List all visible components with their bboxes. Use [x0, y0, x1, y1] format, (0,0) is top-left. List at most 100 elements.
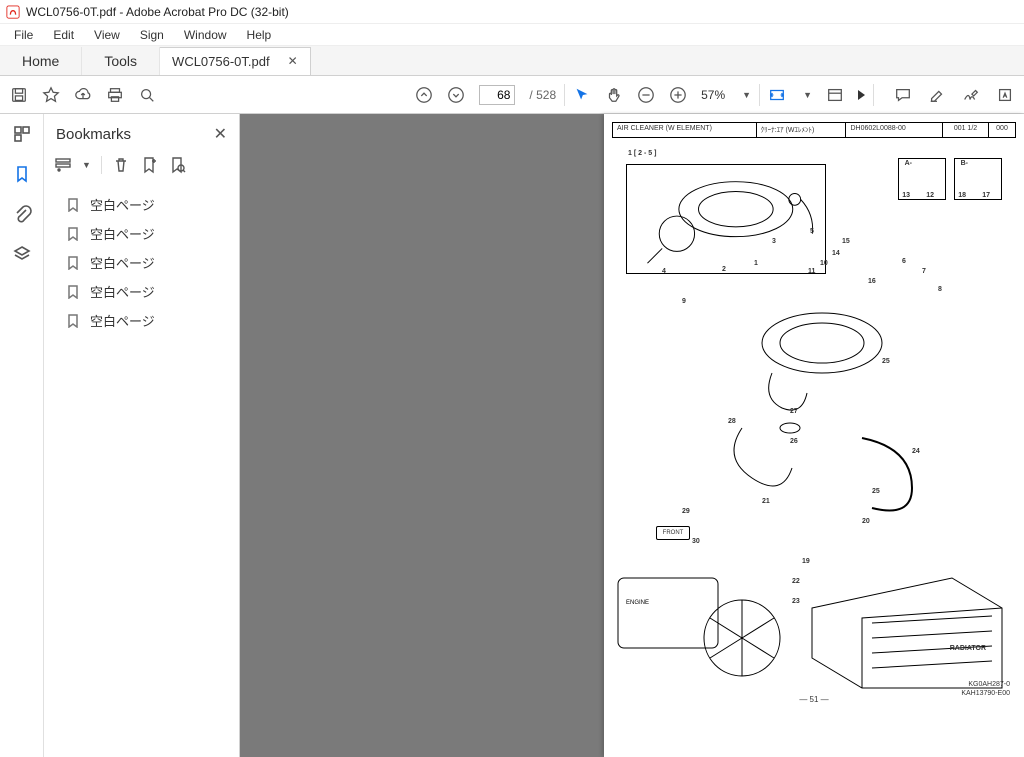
tab-tools[interactable]: Tools	[82, 47, 160, 75]
bookmark-item[interactable]: 空白ページ	[54, 306, 229, 335]
window-title: WCL0756-0T.pdf - Adobe Acrobat Pro DC (3…	[26, 5, 289, 19]
layers-icon[interactable]	[12, 244, 32, 264]
document-view[interactable]: AIR CLEANER (W ELEMENT) ｸﾘｰﾅ:ｴｱ (Wｴﾚﾒﾝﾄ)…	[240, 114, 1024, 757]
diagram-page: 001 1/2	[943, 123, 989, 137]
stamp-icon[interactable]	[996, 86, 1014, 104]
page-background	[240, 114, 604, 757]
sidebar-nav-rail	[0, 114, 44, 757]
diagram-footer-page: — 51 —	[799, 695, 828, 704]
attachments-icon[interactable]	[12, 204, 32, 224]
callout-3: 3	[772, 238, 776, 245]
bookmark-ribbon-icon	[66, 256, 80, 270]
search-icon[interactable]	[138, 86, 156, 104]
toolbar-separator	[101, 156, 102, 174]
comment-icon[interactable]	[894, 86, 912, 104]
diagram-section: 1 [ 2 - 5 ]	[628, 150, 656, 157]
zoom-level-label[interactable]: 57%	[701, 88, 725, 102]
menu-view[interactable]: View	[84, 26, 130, 44]
bookmarks-title: Bookmarks	[56, 126, 131, 143]
callout-12: 12	[926, 192, 934, 199]
print-icon[interactable]	[106, 86, 124, 104]
cloud-upload-icon[interactable]	[74, 86, 92, 104]
tab-home[interactable]: Home	[0, 47, 82, 75]
fit-dropdown-icon[interactable]: ▼	[803, 90, 812, 100]
label-front: FRONT	[656, 526, 690, 540]
menu-window[interactable]: Window	[174, 26, 237, 44]
bookmark-ribbon-icon	[66, 285, 80, 299]
menu-file[interactable]: File	[4, 26, 43, 44]
bookmark-label: 空白ページ	[90, 282, 155, 301]
page-up-icon[interactable]	[415, 86, 433, 104]
close-tab-icon[interactable]: ✕	[288, 54, 298, 68]
save-icon[interactable]	[10, 86, 28, 104]
callout-2: 2	[722, 266, 726, 273]
svg-text:ENGINE: ENGINE	[626, 600, 649, 606]
zoom-dropdown-icon[interactable]: ▼	[742, 90, 751, 100]
engine-illustration: ENGINE	[612, 558, 802, 708]
zoom-out-icon[interactable]	[637, 86, 655, 104]
menu-sign[interactable]: Sign	[130, 26, 174, 44]
star-icon[interactable]	[42, 86, 60, 104]
new-bookmark-icon[interactable]	[140, 156, 158, 174]
fit-width-icon[interactable]	[768, 86, 786, 104]
pointer-icon[interactable]	[573, 86, 591, 104]
callout-10: 10	[820, 260, 828, 267]
tab-bar: Home Tools WCL0756-0T.pdf ✕	[0, 46, 1024, 76]
bookmark-item[interactable]: 空白ページ	[54, 219, 229, 248]
main-toolbar: / 528 57% ▼ ▼	[0, 76, 1024, 114]
label-b-minus: B-	[961, 160, 968, 167]
document-tab[interactable]: WCL0756-0T.pdf ✕	[160, 47, 311, 75]
read-mode-icon[interactable]	[826, 86, 844, 104]
hand-icon[interactable]	[605, 86, 623, 104]
label-radiator: RADIATOR	[950, 645, 986, 652]
callout-21: 21	[762, 498, 770, 505]
window-title-bar: WCL0756-0T.pdf - Adobe Acrobat Pro DC (3…	[0, 0, 1024, 24]
bookmarks-panel: Bookmarks ✕ ▼ 空白ページ 空白ページ 空白ページ 空白ページ 空白…	[44, 114, 240, 757]
bookmark-label: 空白ページ	[90, 253, 155, 272]
callout-7: 7	[922, 268, 926, 275]
callout-11: 11	[808, 268, 815, 275]
radiator-illustration	[802, 568, 1012, 698]
diagram-footer-codes: KG0AH287-0 KAH13790-E00	[961, 681, 1010, 698]
callout-1: 1	[754, 260, 758, 267]
find-bookmark-icon[interactable]	[168, 156, 186, 174]
menu-help[interactable]: Help	[237, 26, 282, 44]
callout-20: 20	[862, 518, 870, 525]
zoom-in-icon[interactable]	[669, 86, 687, 104]
callout-14: 14	[832, 250, 840, 257]
menu-edit[interactable]: Edit	[43, 26, 84, 44]
document-tab-label: WCL0756-0T.pdf	[172, 54, 270, 69]
callout-13: 13	[902, 192, 910, 199]
expand-tools-icon[interactable]	[858, 90, 865, 100]
callout-17: 17	[982, 192, 990, 199]
bookmarks-icon[interactable]	[12, 164, 32, 184]
sign-icon[interactable]	[962, 86, 980, 104]
page-number-input[interactable]	[479, 85, 515, 105]
toolbar-separator	[564, 84, 565, 106]
bookmark-label: 空白ページ	[90, 311, 155, 330]
bookmark-ribbon-icon	[66, 227, 80, 241]
close-panel-icon[interactable]: ✕	[214, 124, 227, 144]
callout-16: 16	[868, 278, 876, 285]
bookmark-label: 空白ページ	[90, 195, 155, 214]
bookmark-item[interactable]: 空白ページ	[54, 190, 229, 219]
callout-25: 25	[882, 358, 890, 365]
diagram-subtitle: ｸﾘｰﾅ:ｴｱ (Wｴﾚﾒﾝﾄ)	[757, 123, 847, 137]
callout-4: 4	[662, 268, 666, 275]
bookmark-item[interactable]: 空白ページ	[54, 248, 229, 277]
callout-9: 9	[682, 298, 686, 305]
diagram-header-row: AIR CLEANER (W ELEMENT) ｸﾘｰﾅ:ｴｱ (Wｴﾚﾒﾝﾄ)…	[612, 122, 1016, 138]
toolbar-separator	[873, 84, 874, 106]
thumbnails-icon[interactable]	[12, 124, 32, 144]
options-dropdown-icon[interactable]: ▼	[82, 160, 91, 170]
delete-bookmark-icon[interactable]	[112, 156, 130, 174]
callout-8: 8	[938, 286, 942, 293]
bookmark-item[interactable]: 空白ページ	[54, 277, 229, 306]
diagram-inset-box	[626, 164, 826, 274]
diagram-code: DH0602L0088-00	[846, 123, 943, 137]
page-down-icon[interactable]	[447, 86, 465, 104]
callout-29: 29	[682, 508, 690, 515]
bookmark-options-icon[interactable]	[54, 156, 72, 174]
highlight-icon[interactable]	[928, 86, 946, 104]
bookmark-label: 空白ページ	[90, 224, 155, 243]
